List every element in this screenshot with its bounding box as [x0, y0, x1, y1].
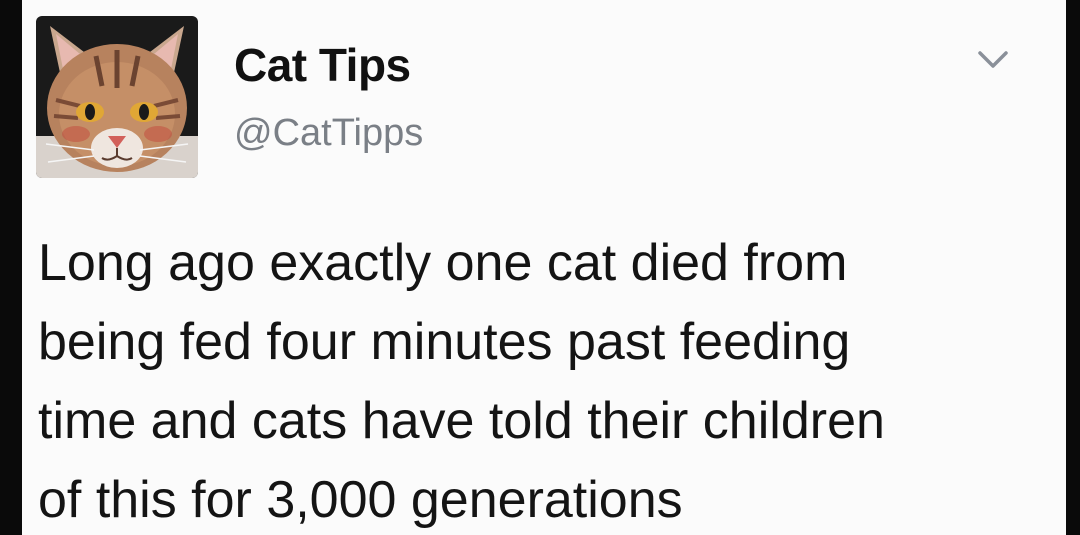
tweet-text-line: Long ago exactly one cat died from [38, 234, 848, 292]
tweet-menu-button[interactable] [976, 48, 1010, 72]
author-avatar[interactable] [36, 16, 198, 178]
tweet-text-line: being fed four minutes past feeding [38, 313, 851, 371]
tweet-text-line: of this for 3,000 generations [38, 471, 683, 529]
tweet-text-line: time and cats have told their children [38, 392, 885, 450]
chevron-down-icon [978, 51, 1008, 68]
tweet-card: Cat Tips @CatTipps Long ago exactly one … [22, 0, 1066, 535]
author-handle[interactable]: @CatTipps [234, 112, 423, 155]
tweet-text: Long ago exactly one cat died from being… [38, 224, 1048, 535]
cat-face-icon [36, 16, 198, 178]
author-name[interactable]: Cat Tips [234, 38, 411, 92]
screenshot-frame: Cat Tips @CatTipps Long ago exactly one … [0, 0, 1080, 535]
